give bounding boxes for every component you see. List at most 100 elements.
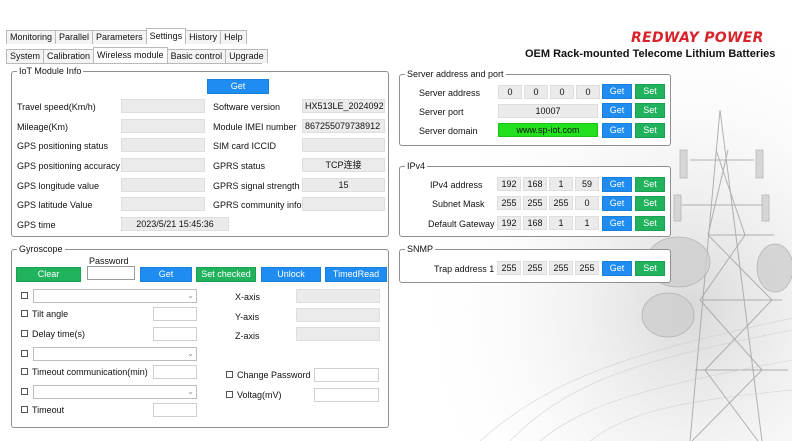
tab-settings[interactable]: Settings — [145, 28, 187, 44]
clear-button[interactable]: Clear — [16, 267, 81, 282]
iccid-value — [302, 138, 385, 152]
ipv4-get-button[interactable]: Get — [602, 177, 632, 192]
option-dropdown-3[interactable]: ⌄ — [33, 385, 197, 399]
voltage-checkbox[interactable] — [226, 391, 233, 398]
gps-latitude-value — [121, 197, 205, 211]
ipv4-set-button[interactable]: Set — [635, 177, 665, 192]
x-axis-value — [296, 289, 380, 303]
subnet-set-button[interactable]: Set — [635, 196, 665, 211]
gps-time-label: GPS time — [17, 220, 56, 230]
tab-monitoring[interactable]: Monitoring — [6, 30, 57, 44]
gateway-set-button[interactable]: Set — [635, 216, 665, 231]
trap-octet-1[interactable]: 255 — [497, 261, 521, 275]
tab-help[interactable]: Help — [220, 30, 247, 44]
snmp-get-button[interactable]: Get — [602, 261, 632, 276]
option-dropdown-1[interactable]: ⌄ — [33, 289, 197, 303]
server-legend: Server address and port — [405, 69, 506, 80]
chevron-down-icon: ⌄ — [187, 387, 194, 396]
server-address-octet-2[interactable]: 0 — [524, 85, 548, 99]
tab-parallel[interactable]: Parallel — [55, 30, 94, 44]
tab-parameters[interactable]: Parameters — [92, 30, 147, 44]
timeout-checkbox[interactable] — [21, 406, 28, 413]
subnet-octet-2[interactable]: 255 — [523, 196, 547, 210]
trap-octet-4[interactable]: 255 — [575, 261, 599, 275]
tab-system[interactable]: System — [6, 49, 45, 63]
gps-accuracy-value — [121, 158, 205, 172]
tab-wireless-module[interactable]: Wireless module — [93, 47, 168, 63]
change-password-input[interactable] — [314, 368, 379, 382]
mileage-label: Mileage(Km) — [17, 122, 69, 132]
ipv4-address-label: IPv4 address — [430, 180, 483, 190]
tab-calibration[interactable]: Calibration — [43, 49, 95, 63]
gateway-octet-4[interactable]: 1 — [575, 216, 599, 230]
gprs-community-label: GPRS community info — [213, 200, 302, 210]
timeout-input[interactable] — [153, 403, 197, 417]
password-input[interactable] — [87, 266, 135, 280]
server-address-octet-4[interactable]: 0 — [576, 85, 600, 99]
gyro-get-button[interactable]: Get — [140, 267, 192, 282]
dropdown3-checkbox[interactable] — [21, 388, 28, 395]
settings-subtabs: System Calibration Wireless module Basic… — [6, 47, 268, 63]
iot-get-button[interactable]: Get — [207, 79, 269, 94]
chevron-down-icon: ⌄ — [187, 291, 194, 300]
server-port-label: Server port — [419, 107, 464, 117]
timed-read-button[interactable]: TimedRead — [325, 267, 387, 282]
subnet-octet-4[interactable]: 0 — [575, 196, 599, 210]
snmp-set-button[interactable]: Set — [635, 261, 665, 276]
dropdown2-checkbox[interactable] — [21, 350, 28, 357]
timeout-label: Timeout — [32, 405, 65, 415]
voltage-input[interactable] — [314, 388, 379, 402]
gps-longitude-value — [121, 178, 205, 192]
gateway-octet-3[interactable]: 1 — [549, 216, 573, 230]
tilt-angle-checkbox[interactable] — [21, 310, 28, 317]
option-dropdown-2[interactable]: ⌄ — [33, 347, 197, 361]
dropdown1-checkbox[interactable] — [21, 292, 28, 299]
subnet-get-button[interactable]: Get — [602, 196, 632, 211]
server-port-get-button[interactable]: Get — [602, 103, 632, 118]
change-password-label: Change Password — [237, 370, 311, 380]
server-domain-get-button[interactable]: Get — [602, 123, 632, 138]
subnet-mask-label: Subnet Mask — [432, 199, 485, 209]
set-checked-button[interactable]: Set checked — [196, 267, 256, 282]
trap-octet-3[interactable]: 255 — [549, 261, 573, 275]
delay-time-checkbox[interactable] — [21, 330, 28, 337]
server-address-set-button[interactable]: Set — [635, 84, 665, 99]
iot-module-panel: IoT Module Info — [11, 66, 389, 237]
server-address-octet-3[interactable]: 0 — [550, 85, 574, 99]
timeout-comm-input[interactable] — [153, 365, 197, 379]
server-domain-input[interactable]: www.sp-iot.com — [498, 123, 598, 137]
y-axis-value — [296, 308, 380, 322]
server-port-input[interactable]: 10007 — [498, 104, 598, 118]
tab-basic-control[interactable]: Basic control — [166, 49, 227, 63]
tab-upgrade[interactable]: Upgrade — [225, 49, 268, 63]
subnet-octet-1[interactable]: 255 — [497, 196, 521, 210]
gps-status-value — [121, 138, 205, 152]
tab-history[interactable]: History — [185, 30, 222, 44]
gyroscope-legend: Gyroscope — [17, 244, 65, 255]
gateway-octet-1[interactable]: 192 — [497, 216, 521, 230]
server-port-set-button[interactable]: Set — [635, 103, 665, 118]
ipv4-octet-1[interactable]: 192 — [497, 177, 521, 191]
gprs-status-value: TCP连接 — [302, 158, 385, 172]
server-address-octet-1[interactable]: 0 — [498, 85, 522, 99]
change-password-checkbox[interactable] — [226, 371, 233, 378]
ipv4-octet-2[interactable]: 168 — [523, 177, 547, 191]
gprs-signal-label: GPRS signal strength — [213, 181, 300, 191]
gateway-octet-2[interactable]: 168 — [523, 216, 547, 230]
default-gateway-label: Default Gateway — [428, 219, 495, 229]
trap-octet-2[interactable]: 255 — [523, 261, 547, 275]
server-domain-set-button[interactable]: Set — [635, 123, 665, 138]
imei-value: 867255079738912 — [302, 119, 385, 133]
ipv4-octet-4[interactable]: 59 — [575, 177, 599, 191]
snmp-legend: SNMP — [405, 244, 436, 255]
gprs-community-value — [302, 197, 385, 211]
gateway-get-button[interactable]: Get — [602, 216, 632, 231]
tilt-angle-input[interactable] — [153, 307, 197, 321]
subnet-octet-3[interactable]: 255 — [549, 196, 573, 210]
ipv4-octet-3[interactable]: 1 — [549, 177, 573, 191]
delay-time-input[interactable] — [153, 327, 197, 341]
trap-address-label: Trap address 1 — [434, 264, 495, 274]
unlock-button[interactable]: Unlock — [261, 267, 321, 282]
server-address-get-button[interactable]: Get — [602, 84, 632, 99]
timeout-comm-checkbox[interactable] — [21, 368, 28, 375]
